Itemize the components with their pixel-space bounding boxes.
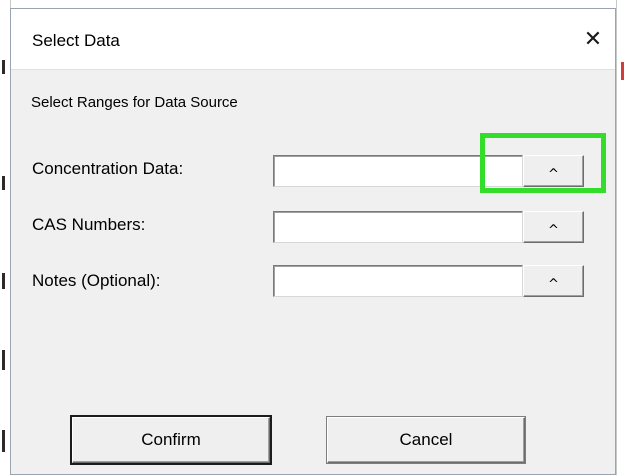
notes-optional-picker-button[interactable]: ^: [523, 265, 584, 297]
select-data-dialog: Select Data ✕ Select Ranges for Data Sou…: [10, 8, 616, 475]
cas-numbers-picker-button[interactable]: ^: [523, 211, 584, 243]
cell-fragment: [2, 430, 5, 452]
cell-fragment: [621, 62, 624, 80]
confirm-button[interactable]: Confirm: [72, 417, 270, 463]
picker-button-highlight: [480, 133, 606, 193]
cas-numbers-input[interactable]: [273, 211, 523, 243]
caret-up-icon: ^: [548, 222, 559, 238]
concentration-data-label: Concentration Data:: [32, 159, 184, 178]
cell-fragment: [2, 60, 5, 74]
cell-fragment: [2, 176, 5, 190]
cell-fragment: [2, 273, 5, 289]
close-icon: ✕: [583, 26, 603, 51]
dialog-subtitle: Select Ranges for Data Source: [31, 94, 238, 111]
dialog-title: Select Data: [32, 31, 120, 50]
notes-optional-input[interactable]: [273, 265, 523, 297]
cancel-button[interactable]: Cancel: [327, 417, 525, 463]
cas-numbers-label: CAS Numbers:: [32, 215, 146, 234]
close-button[interactable]: ✕: [577, 25, 609, 53]
dialog-titlebar[interactable]: Select Data ✕: [11, 9, 615, 70]
caret-up-icon: ^: [548, 276, 559, 292]
cell-fragment: [2, 350, 5, 370]
spreadsheet-right-edge: [616, 0, 628, 475]
notes-optional-label: Notes (Optional):: [32, 271, 161, 290]
